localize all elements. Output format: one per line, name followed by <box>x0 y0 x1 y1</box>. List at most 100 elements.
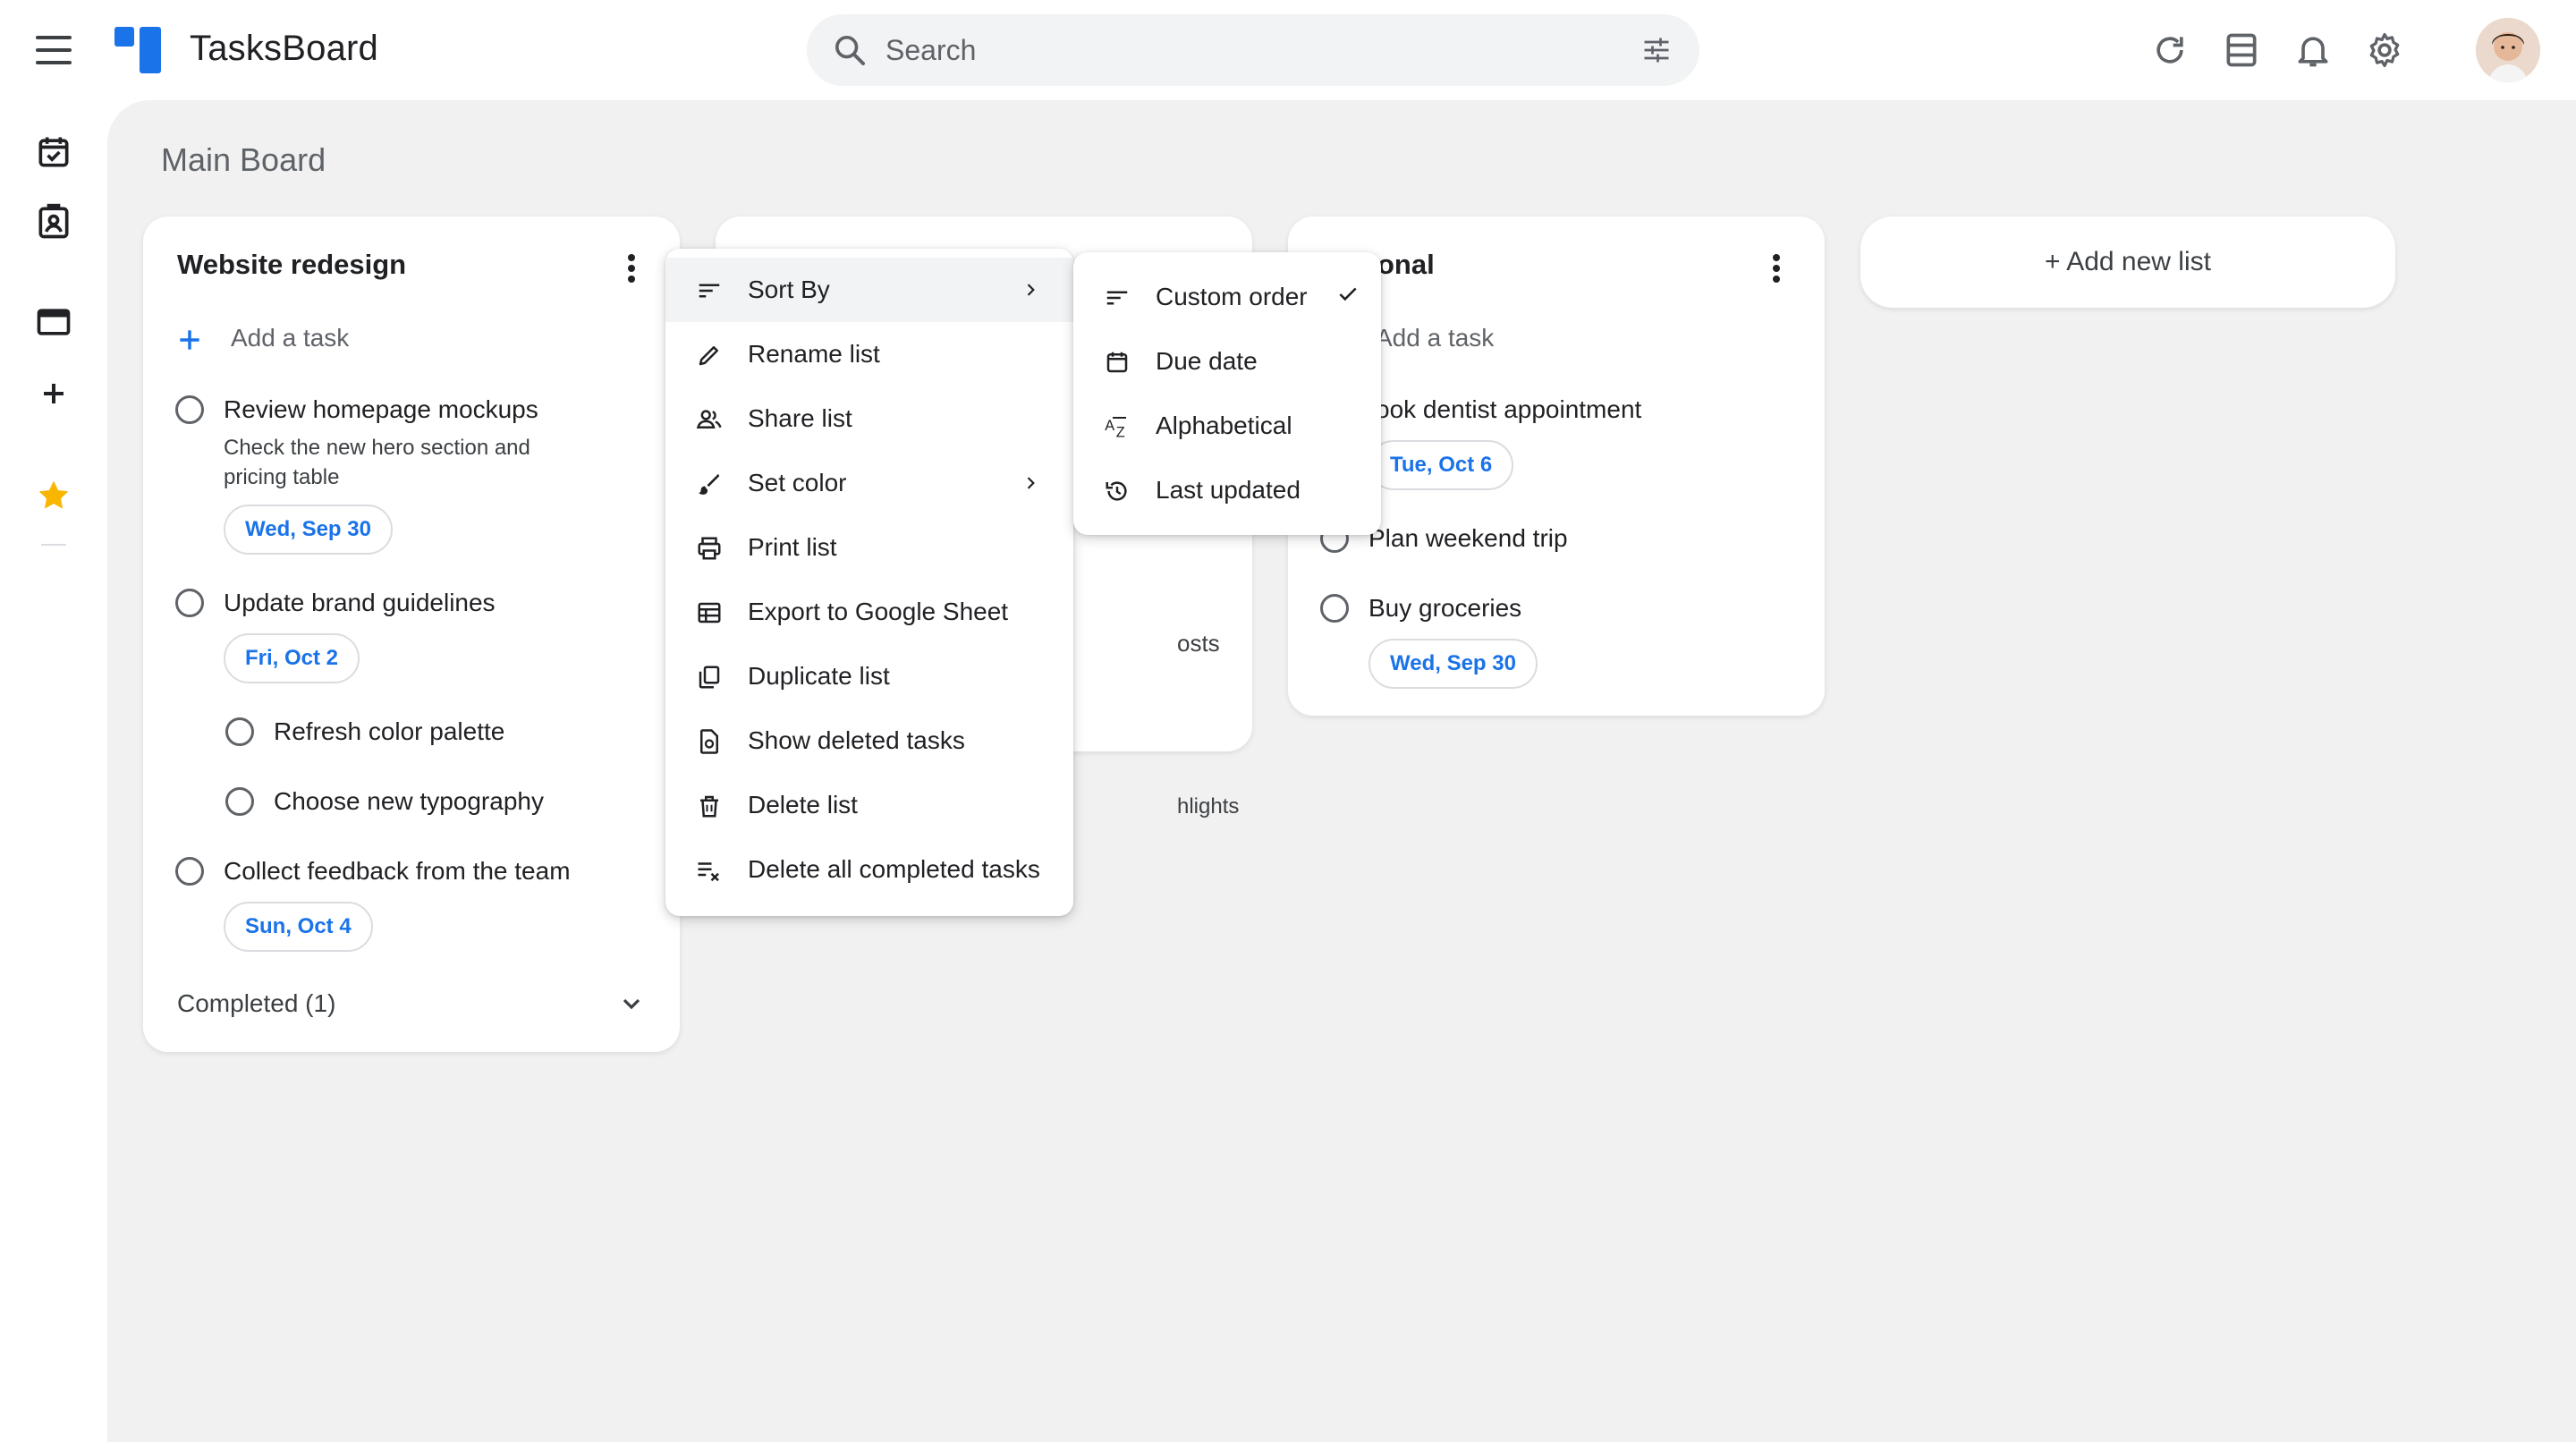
add-task-icon[interactable] <box>175 326 204 354</box>
menu-item-print-list[interactable]: Print list <box>665 515 1073 580</box>
sort-option-due-date[interactable]: Due date <box>1073 329 1381 394</box>
table-icon <box>698 602 721 623</box>
filter-options-icon[interactable] <box>1640 34 1673 66</box>
task-note: Check the new hero section and pricing t… <box>224 436 530 489</box>
menu-item-sort-by[interactable]: Sort By <box>665 258 1073 322</box>
menu-item-duplicate-list[interactable]: Duplicate list <box>665 644 1073 708</box>
list-title: onal <box>1377 249 1435 280</box>
menu-item-delete-completed[interactable]: Delete all completed tasks <box>665 837 1073 902</box>
task-title[interactable]: Buy groceries <box>1368 594 1521 623</box>
main-menu-button[interactable] <box>34 32 73 68</box>
app-title: TasksBoard <box>190 29 378 68</box>
add-task-button[interactable]: Add a task <box>231 324 349 352</box>
check-icon <box>1339 287 1357 301</box>
list-options-icon[interactable] <box>1767 250 1785 286</box>
menu-item-label: Print list <box>748 533 837 561</box>
chevron-right-icon <box>1027 477 1035 489</box>
add-new-list-button[interactable]: + Add new list <box>1860 216 2395 308</box>
task-title[interactable]: Update brand guidelines <box>224 589 496 617</box>
menu-item-label: Rename list <box>748 340 880 368</box>
menu-item-label: Set color <box>748 469 847 496</box>
task-checkbox[interactable] <box>1320 594 1349 623</box>
search-input[interactable] <box>886 27 1601 73</box>
sort-option-label: Last updated <box>1156 476 1301 504</box>
chevron-down-icon[interactable] <box>617 989 646 1018</box>
menu-item-label: Show deleted tasks <box>748 726 965 754</box>
search-icon <box>835 36 865 65</box>
subtask-checkbox[interactable] <box>225 717 254 746</box>
board-view-icon[interactable] <box>34 302 73 342</box>
task-title[interactable]: ook dentist appointment <box>1376 395 1641 424</box>
task-checkbox[interactable] <box>175 395 204 424</box>
left-rail <box>0 100 107 1442</box>
search-bar[interactable] <box>807 14 1699 86</box>
star-icon[interactable] <box>34 476 73 515</box>
menu-item-label: Share list <box>748 404 852 432</box>
avatar[interactable] <box>2476 18 2540 82</box>
due-date-chip[interactable]: Sun, Oct 4 <box>224 902 373 952</box>
task-title[interactable]: Collect feedback from the team <box>224 857 571 886</box>
menu-item-label: Delete all completed tasks <box>748 855 1040 883</box>
add-task-button[interactable]: Add a task <box>1376 324 1494 352</box>
partial-task-text: hlights <box>1177 794 1240 819</box>
bell-icon[interactable] <box>2293 30 2333 70</box>
top-bar: TasksBoard <box>0 0 2576 100</box>
sort-option-label: Due date <box>1156 347 1258 375</box>
list-title: Website redesign <box>177 249 407 280</box>
list-options-menu: Sort By Rename list Share list Set color… <box>665 249 1073 916</box>
board-title: Main Board <box>161 141 326 178</box>
view-toggle-icon[interactable] <box>2222 30 2261 70</box>
chevron-right-icon <box>1027 284 1035 296</box>
trash-icon <box>700 795 718 818</box>
refresh-icon[interactable] <box>2150 30 2190 70</box>
list-card-website-redesign: Website redesign Add a task Review homep… <box>143 216 680 1052</box>
subtask-checkbox[interactable] <box>225 787 254 816</box>
sort-icon <box>699 284 720 298</box>
due-date-chip[interactable]: Wed, Sep 30 <box>224 505 393 555</box>
subtask-title[interactable]: Refresh color palette <box>274 717 504 746</box>
due-date-chip[interactable]: Fri, Oct 2 <box>224 633 360 683</box>
menu-item-set-color[interactable]: Set color <box>665 451 1073 515</box>
completed-toggle[interactable]: Completed (1) <box>177 989 335 1018</box>
calendar-icon <box>1106 352 1128 373</box>
calendar-check-icon[interactable] <box>34 132 73 172</box>
menu-item-show-deleted[interactable]: Show deleted tasks <box>665 708 1073 773</box>
sort-option-custom-order[interactable]: Custom order <box>1073 265 1381 329</box>
gear-icon[interactable] <box>2365 30 2404 70</box>
history-icon <box>1106 481 1127 501</box>
brush-icon <box>699 473 720 495</box>
menu-item-label: Delete list <box>748 791 858 819</box>
sort-option-alphabetical[interactable]: AZ Alphabetical <box>1073 394 1381 458</box>
due-date-chip[interactable]: Wed, Sep 30 <box>1368 639 1538 689</box>
menu-item-share-list[interactable]: Share list <box>665 386 1073 451</box>
copy-icon <box>699 666 720 689</box>
contact-card-icon[interactable] <box>34 202 73 242</box>
sort-option-last-updated[interactable]: Last updated <box>1073 458 1381 522</box>
menu-item-rename-list[interactable]: Rename list <box>665 322 1073 386</box>
subtask-title[interactable]: Choose new typography <box>274 787 544 816</box>
rail-divider <box>41 544 66 546</box>
task-checkbox[interactable] <box>175 589 204 617</box>
task-title[interactable]: Plan weekend trip <box>1368 524 1568 553</box>
partial-task-text: osts <box>1177 630 1220 657</box>
task-title[interactable]: Review homepage mockups <box>224 395 538 424</box>
add-icon[interactable] <box>34 374 73 413</box>
due-date-chip[interactable]: Tue, Oct 6 <box>1368 440 1514 490</box>
list-options-icon[interactable] <box>623 250 640 286</box>
task-checkbox[interactable] <box>175 857 204 886</box>
sort-option-label: Custom order <box>1156 283 1308 310</box>
sort-by-submenu: Custom order Due date AZ Alphabetical La… <box>1073 252 1381 535</box>
printer-icon <box>698 537 721 560</box>
clear-all-icon <box>698 862 719 882</box>
sort-icon <box>1106 291 1128 305</box>
menu-item-label: Export to Google Sheet <box>748 598 1009 625</box>
menu-item-export-sheet[interactable]: Export to Google Sheet <box>665 580 1073 644</box>
sort-option-label: Alphabetical <box>1156 411 1292 439</box>
svg-text:A: A <box>1105 418 1114 434</box>
pencil-icon <box>699 346 718 366</box>
people-icon <box>696 410 722 428</box>
svg-text:Z: Z <box>1116 424 1125 440</box>
menu-item-delete-list[interactable]: Delete list <box>665 773 1073 837</box>
app-logo <box>114 25 165 75</box>
menu-item-label: Duplicate list <box>748 662 890 690</box>
